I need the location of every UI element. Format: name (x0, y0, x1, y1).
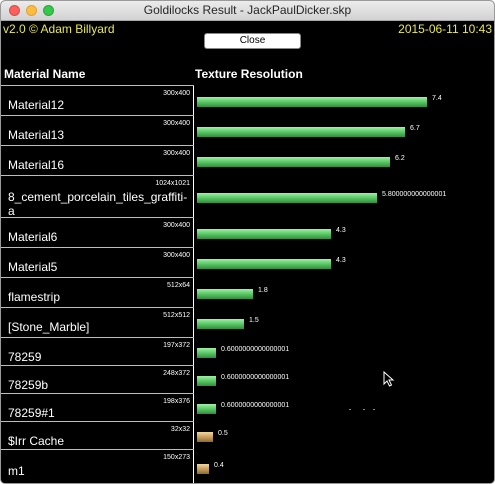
row-material-name: 78259#1 (8, 406, 55, 420)
row-material-name: 78259 (8, 350, 42, 364)
row-material-name: Material5 (8, 260, 58, 274)
row-resolution: 300x400 (163, 150, 190, 157)
title-bar[interactable]: Goldilocks Result - JackPaulDicker.skp (1, 1, 494, 21)
texture-resolution-bar (197, 404, 216, 414)
row-resolution: 300x400 (163, 222, 190, 229)
date-label: 2015-06-11 10:43 (398, 22, 492, 36)
bar-value-label: 5.800000000000001 (382, 191, 447, 198)
row-resolution: 300x400 (163, 252, 190, 259)
row-material-name: 8_cement_porcelain_tiles_graffiti-a (8, 190, 188, 218)
list-item: 198x376 78259#1 (1, 393, 194, 421)
texture-resolution-bar (197, 319, 244, 329)
texture-resolution-header: Texture Resolution (195, 67, 303, 81)
row-divider (1, 393, 194, 394)
goldilocks-window: Goldilocks Result - JackPaulDicker.skp v… (0, 0, 495, 484)
texture-resolution-bar (197, 127, 405, 137)
version-label: v2.0 © Adam Billyard (3, 22, 115, 36)
row-material-name: Material13 (8, 128, 65, 142)
row-divider (1, 247, 194, 248)
list-item: 248x372 78259b (1, 365, 194, 393)
row-resolution: 197x372 (163, 342, 190, 349)
row-resolution: 150x273 (163, 454, 190, 461)
row-divider (1, 175, 194, 176)
list-item: 300x400 Material12 (1, 85, 194, 115)
row-material-name: flamestrip (8, 290, 61, 304)
bar-value-label: 0.6000000000000001 (221, 374, 290, 381)
texture-resolution-bar (197, 464, 209, 474)
row-material-name: m1 (8, 464, 25, 478)
result-content: v2.0 © Adam Billyard 2015-06-11 10:43 Cl… (1, 21, 494, 483)
row-divider (1, 85, 194, 86)
list-item: 150x273 m1 (1, 449, 194, 483)
close-button[interactable]: Close (204, 33, 301, 49)
bar-value-label: 6.2 (395, 155, 405, 162)
row-divider (1, 449, 194, 450)
row-material-name: $Irr Cache (8, 434, 65, 448)
list-item: 512x512 [Stone_Marble] (1, 307, 194, 337)
bar-value-label: 0.6000000000000001 (221, 402, 290, 409)
texture-resolution-bar (197, 376, 216, 386)
bar-value-label: 4.3 (336, 257, 346, 264)
texture-resolution-bar (197, 432, 213, 442)
row-resolution: 512x512 (163, 312, 190, 319)
texture-resolution-bar (197, 348, 216, 358)
row-divider (1, 145, 194, 146)
row-divider (1, 277, 194, 278)
material-name-header: Material Name (4, 67, 86, 81)
bar-value-label: 0.6000000000000001 (221, 346, 290, 353)
row-resolution: 1024x1021 (155, 180, 190, 187)
row-material-name: [Stone_Marble] (8, 320, 90, 334)
row-resolution: 198x376 (163, 398, 190, 405)
bar-value-label: 1.8 (258, 287, 268, 294)
window-title: Goldilocks Result - JackPaulDicker.skp (143, 3, 352, 17)
list-item: 1024x1021 8_cement_porcelain_tiles_graffi… (1, 175, 194, 218)
row-divider (1, 421, 194, 422)
texture-resolution-bar (197, 97, 427, 107)
bar-value-label: 0.5 (218, 430, 228, 437)
row-material-name: Material12 (8, 98, 65, 112)
list-item: 197x372 78259 (1, 337, 194, 365)
arrow-cursor-icon (383, 371, 395, 387)
texture-resolution-bar (197, 229, 331, 239)
texture-resolution-bar (197, 289, 253, 299)
row-resolution: 248x372 (163, 370, 190, 377)
list-item: 300x400 Material5 (1, 247, 194, 277)
row-divider (1, 337, 194, 338)
bar-value-label: 4.3 (336, 227, 346, 234)
bar-value-label: 7.4 (432, 95, 442, 102)
row-material-name: Material6 (8, 230, 58, 244)
row-resolution: 300x400 (163, 90, 190, 97)
texture-resolution-bar (197, 259, 331, 269)
row-divider (1, 217, 194, 218)
row-resolution: 300x400 (163, 120, 190, 127)
row-divider (1, 115, 194, 116)
row-divider (1, 307, 194, 308)
bar-value-label: 1.5 (249, 317, 259, 324)
texture-resolution-bar (197, 157, 390, 167)
row-resolution: 512x64 (167, 282, 190, 289)
row-material-name: 78259b (8, 378, 49, 392)
row-divider (1, 365, 194, 366)
list-item: 512x64 flamestrip (1, 277, 194, 307)
list-item: 32x32 $Irr Cache (1, 421, 194, 449)
list-item: 300x400 Material6 (1, 217, 194, 247)
list-item: 300x400 Material13 (1, 115, 194, 145)
row-resolution: 32x32 (170, 426, 190, 433)
bar-value-label: 6.7 (410, 125, 420, 132)
bar-value-label: 0.4 (214, 462, 224, 469)
list-item: 300x400 Material16 (1, 145, 194, 175)
row-material-name: Material16 (8, 158, 65, 172)
texture-resolution-bar (197, 193, 377, 203)
